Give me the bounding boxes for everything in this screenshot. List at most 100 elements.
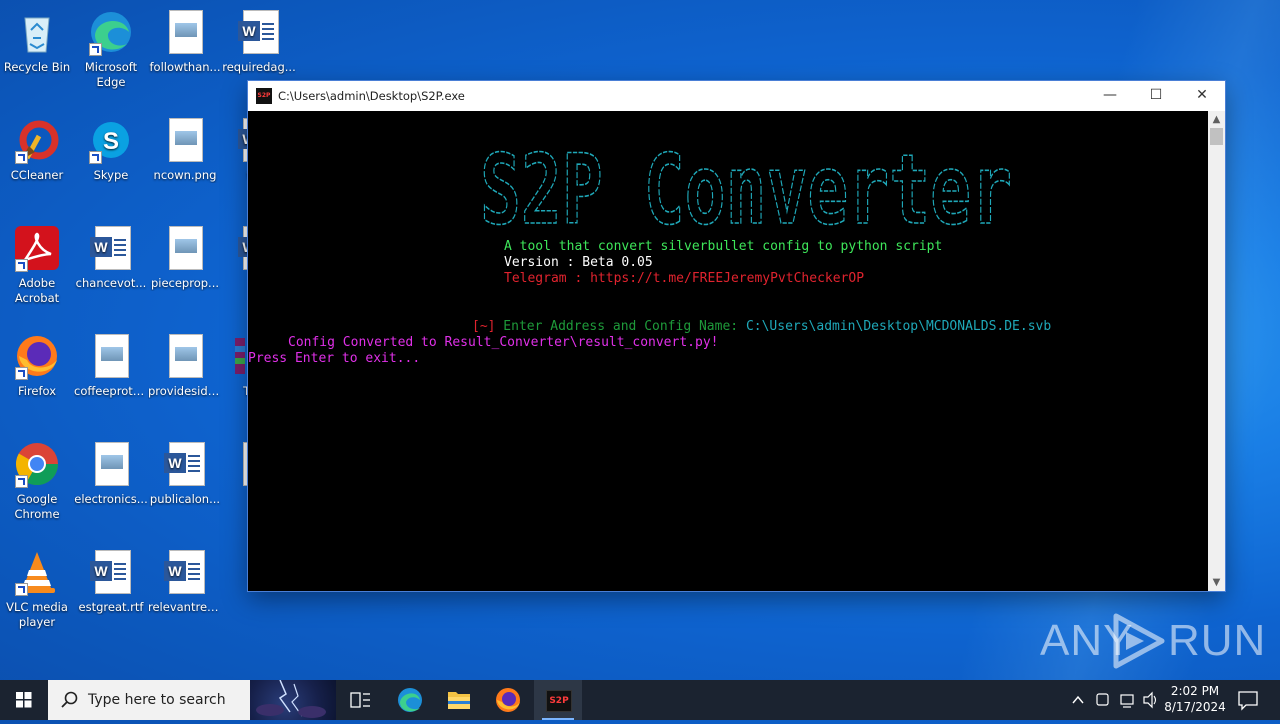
- taskbar-search-box[interactable]: Type here to search: [48, 679, 336, 720]
- desktop-icon-chrome[interactable]: Google Chrome: [0, 440, 74, 522]
- show-hidden-icons-icon: [1072, 695, 1084, 704]
- image-icon: [161, 332, 209, 380]
- window-titlebar[interactable]: S2P C:\Users\admin\Desktop\S2P.exe — ☐ ✕: [248, 81, 1225, 111]
- desktop-icon-word[interactable]: Wrelevantret...: [148, 548, 222, 615]
- word-icon: W: [161, 548, 209, 596]
- desktop-icon-label: Firefox: [17, 384, 57, 398]
- console-window[interactable]: S2P C:\Users\admin\Desktop\S2P.exe — ☐ ✕…: [248, 81, 1225, 591]
- search-placeholder: Type here to search: [88, 692, 226, 708]
- image-icon: [161, 224, 209, 272]
- firefox-icon: [13, 332, 61, 380]
- network-icon: [1120, 694, 1134, 705]
- minimize-button[interactable]: —: [1087, 81, 1133, 111]
- shortcut-arrow-icon: [15, 151, 28, 164]
- desktop-icon-word[interactable]: Wchancevot...: [74, 224, 148, 291]
- task-view-button[interactable]: [336, 680, 384, 720]
- desktop-icon-firefox[interactable]: Firefox: [0, 332, 74, 399]
- taskbar-clock[interactable]: 2:02 PM 8/17/2024: [1160, 683, 1230, 715]
- console-scrollbar[interactable]: ▲ ▼: [1208, 111, 1225, 591]
- desktop-icon-image[interactable]: followthan...: [148, 8, 222, 75]
- desktop-icon-label: pieceprop...: [150, 276, 220, 290]
- shortcut-arrow-icon: [15, 367, 28, 380]
- desktop-icon-edge[interactable]: Microsoft Edge: [74, 8, 148, 90]
- search-highlight-image[interactable]: [250, 679, 336, 720]
- desktop-icon-label: Skype: [93, 168, 129, 182]
- converted-text: Config Converted to Result_Converter\res…: [288, 335, 719, 350]
- maximize-button[interactable]: ☐: [1133, 81, 1179, 111]
- word-icon: W: [161, 440, 209, 488]
- prompt-text: Enter Address and Config Name:: [495, 319, 746, 334]
- desktop-icon-label: chancevot...: [75, 276, 147, 290]
- volume-icon: [1143, 691, 1153, 709]
- ccleaner-icon: [13, 116, 61, 164]
- prompt-line: [~] Enter Address and Config Name: C:\Us…: [472, 319, 1051, 335]
- scroll-down-icon[interactable]: ▼: [1208, 574, 1225, 591]
- windows-logo-icon: [16, 692, 32, 708]
- desktop-icon-word[interactable]: Westgreat.rtf: [74, 548, 148, 615]
- close-button[interactable]: ✕: [1179, 81, 1225, 111]
- desktop-icon-vlc[interactable]: VLC media player: [0, 548, 74, 630]
- telegram-text: Telegram : https://t.me/FREEJeremyPvtChe…: [504, 271, 865, 286]
- console-output[interactable]: S2P Converter A tool that convert silver…: [248, 111, 1208, 591]
- desktop-icon-skype[interactable]: S Skype: [74, 116, 148, 183]
- start-button[interactable]: [0, 680, 48, 720]
- desktop-icon-image[interactable]: ncown.png: [148, 116, 222, 183]
- taskbar-edge[interactable]: [386, 680, 434, 720]
- desktop-icon-label: Google Chrome: [14, 492, 60, 521]
- taskbar-s2p[interactable]: S2P: [534, 680, 582, 720]
- desktop-icon-label: provideside...: [148, 384, 222, 398]
- task-view-icon: [350, 692, 370, 708]
- word-icon: W: [87, 224, 135, 272]
- edge-icon: [87, 8, 135, 56]
- clock-date: 8/17/2024: [1164, 700, 1226, 714]
- taskbar: Type here to search S2P 2:02 PM 8/17/202…: [0, 679, 1280, 720]
- system-tray: [1068, 680, 1160, 720]
- shortcut-arrow-icon: [89, 43, 102, 56]
- s2p-icon: S2P: [546, 690, 572, 712]
- desktop-icon-label: requiredag...: [222, 60, 296, 74]
- image-icon: [161, 8, 209, 56]
- tagline-text: A tool that convert silverbullet config …: [504, 239, 943, 254]
- exit-prompt-text: Press Enter to exit...: [248, 351, 421, 366]
- desktop-icon-word[interactable]: Wpublicalon...: [148, 440, 222, 507]
- desktop-icon-recycle[interactable]: Recycle Bin: [0, 8, 74, 75]
- shortcut-arrow-icon: [15, 583, 28, 596]
- s2p-app-icon: S2P: [256, 88, 272, 104]
- desktop-icon-image[interactable]: electronics...: [74, 440, 148, 507]
- desktop-icon-label: Recycle Bin: [3, 60, 71, 74]
- svg-text:S: S: [103, 128, 119, 155]
- desktop-icon-ccleaner[interactable]: CCleaner: [0, 116, 74, 183]
- taskbar-firefox[interactable]: [484, 680, 532, 720]
- search-icon: [61, 691, 78, 708]
- image-icon: [87, 332, 135, 380]
- scroll-up-icon[interactable]: ▲: [1208, 111, 1225, 128]
- desktop-icon-label: publicalon...: [149, 492, 221, 506]
- desktop-icon-label: electronics...: [74, 492, 148, 506]
- desktop-icon-word[interactable]: Wrequiredag...: [222, 8, 296, 75]
- skype-icon: S: [87, 116, 135, 164]
- action-center-button[interactable]: [1228, 680, 1268, 720]
- desktop-icon-acrobat[interactable]: Adobe Acrobat: [0, 224, 74, 306]
- watermark-run: RUN: [1168, 616, 1267, 665]
- word-icon: W: [87, 548, 135, 596]
- desktop-icon-label: estgreat.rtf: [78, 600, 144, 614]
- desktop-icon-image[interactable]: provideside...: [148, 332, 222, 399]
- edge-icon: [398, 688, 422, 712]
- recycle-icon: [13, 8, 61, 56]
- taskbar-file-explorer[interactable]: [435, 680, 483, 720]
- firefox-icon: [496, 688, 520, 712]
- desktop-icon-label: relevantret...: [148, 600, 222, 614]
- desktop-icon-label: coffeeprote...: [74, 384, 148, 398]
- shortcut-arrow-icon: [15, 475, 28, 488]
- desktop-icon-image[interactable]: coffeeprote...: [74, 332, 148, 399]
- version-text: Version : Beta 0.05: [504, 255, 653, 270]
- scroll-thumb[interactable]: [1210, 128, 1223, 145]
- desktop-icon-image[interactable]: pieceprop...: [148, 224, 222, 291]
- desktop-icon-label: VLC media player: [6, 600, 68, 629]
- shortcut-arrow-icon: [89, 151, 102, 164]
- svg-text:S2P Converter: S2P Converter: [480, 141, 1012, 241]
- chrome-icon: [13, 440, 61, 488]
- meet-now-icon: [1096, 693, 1109, 706]
- prompt-marker: [~]: [472, 319, 496, 334]
- desktop-icon-label: CCleaner: [10, 168, 64, 182]
